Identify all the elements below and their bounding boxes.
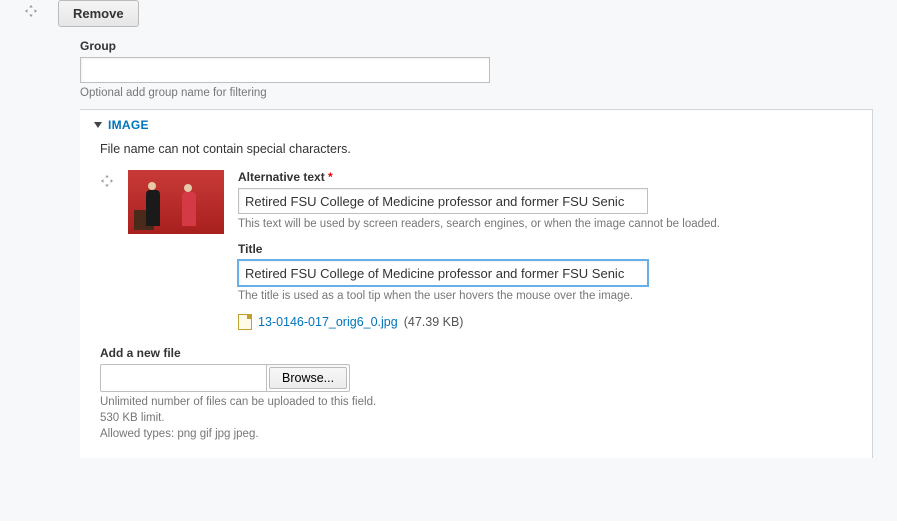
browse-button[interactable]: Browse... <box>269 367 347 389</box>
title-label: Title <box>238 242 872 256</box>
image-note: File name can not contain special charac… <box>100 142 872 156</box>
image-fieldset-legend: IMAGE <box>108 118 149 132</box>
add-file-label: Add a new file <box>100 346 872 360</box>
image-fieldset: IMAGE File name can not contain special … <box>80 109 873 458</box>
group-label: Group <box>80 39 873 53</box>
alt-text-help: This text will be used by screen readers… <box>238 218 872 230</box>
title-help: The title is used as a tool tip when the… <box>238 290 872 302</box>
remove-button[interactable]: Remove <box>58 0 139 27</box>
chevron-down-icon <box>94 122 102 128</box>
image-thumbnail[interactable] <box>128 170 224 234</box>
alt-text-label: Alternative text * <box>238 170 872 184</box>
add-file-help-1: Unlimited number of files can be uploade… <box>100 396 872 408</box>
group-input[interactable] <box>80 57 490 83</box>
title-input[interactable] <box>238 260 648 286</box>
add-file-help-3: Allowed types: png gif jpg jpeg. <box>100 428 872 440</box>
file-size: (47.39 KB) <box>404 315 464 329</box>
alt-text-input[interactable] <box>238 188 648 214</box>
image-drag-handle-icon[interactable] <box>100 174 114 192</box>
group-help: Optional add group name for filtering <box>80 87 873 99</box>
add-file-help-2: 530 KB limit. <box>100 412 872 424</box>
file-path-input[interactable] <box>101 365 267 391</box>
drag-handle-icon[interactable] <box>24 4 38 22</box>
file-icon <box>238 314 252 330</box>
required-marker: * <box>328 170 333 184</box>
file-link[interactable]: 13-0146-017_orig6_0.jpg <box>258 315 398 329</box>
image-fieldset-toggle[interactable]: IMAGE <box>94 118 872 132</box>
